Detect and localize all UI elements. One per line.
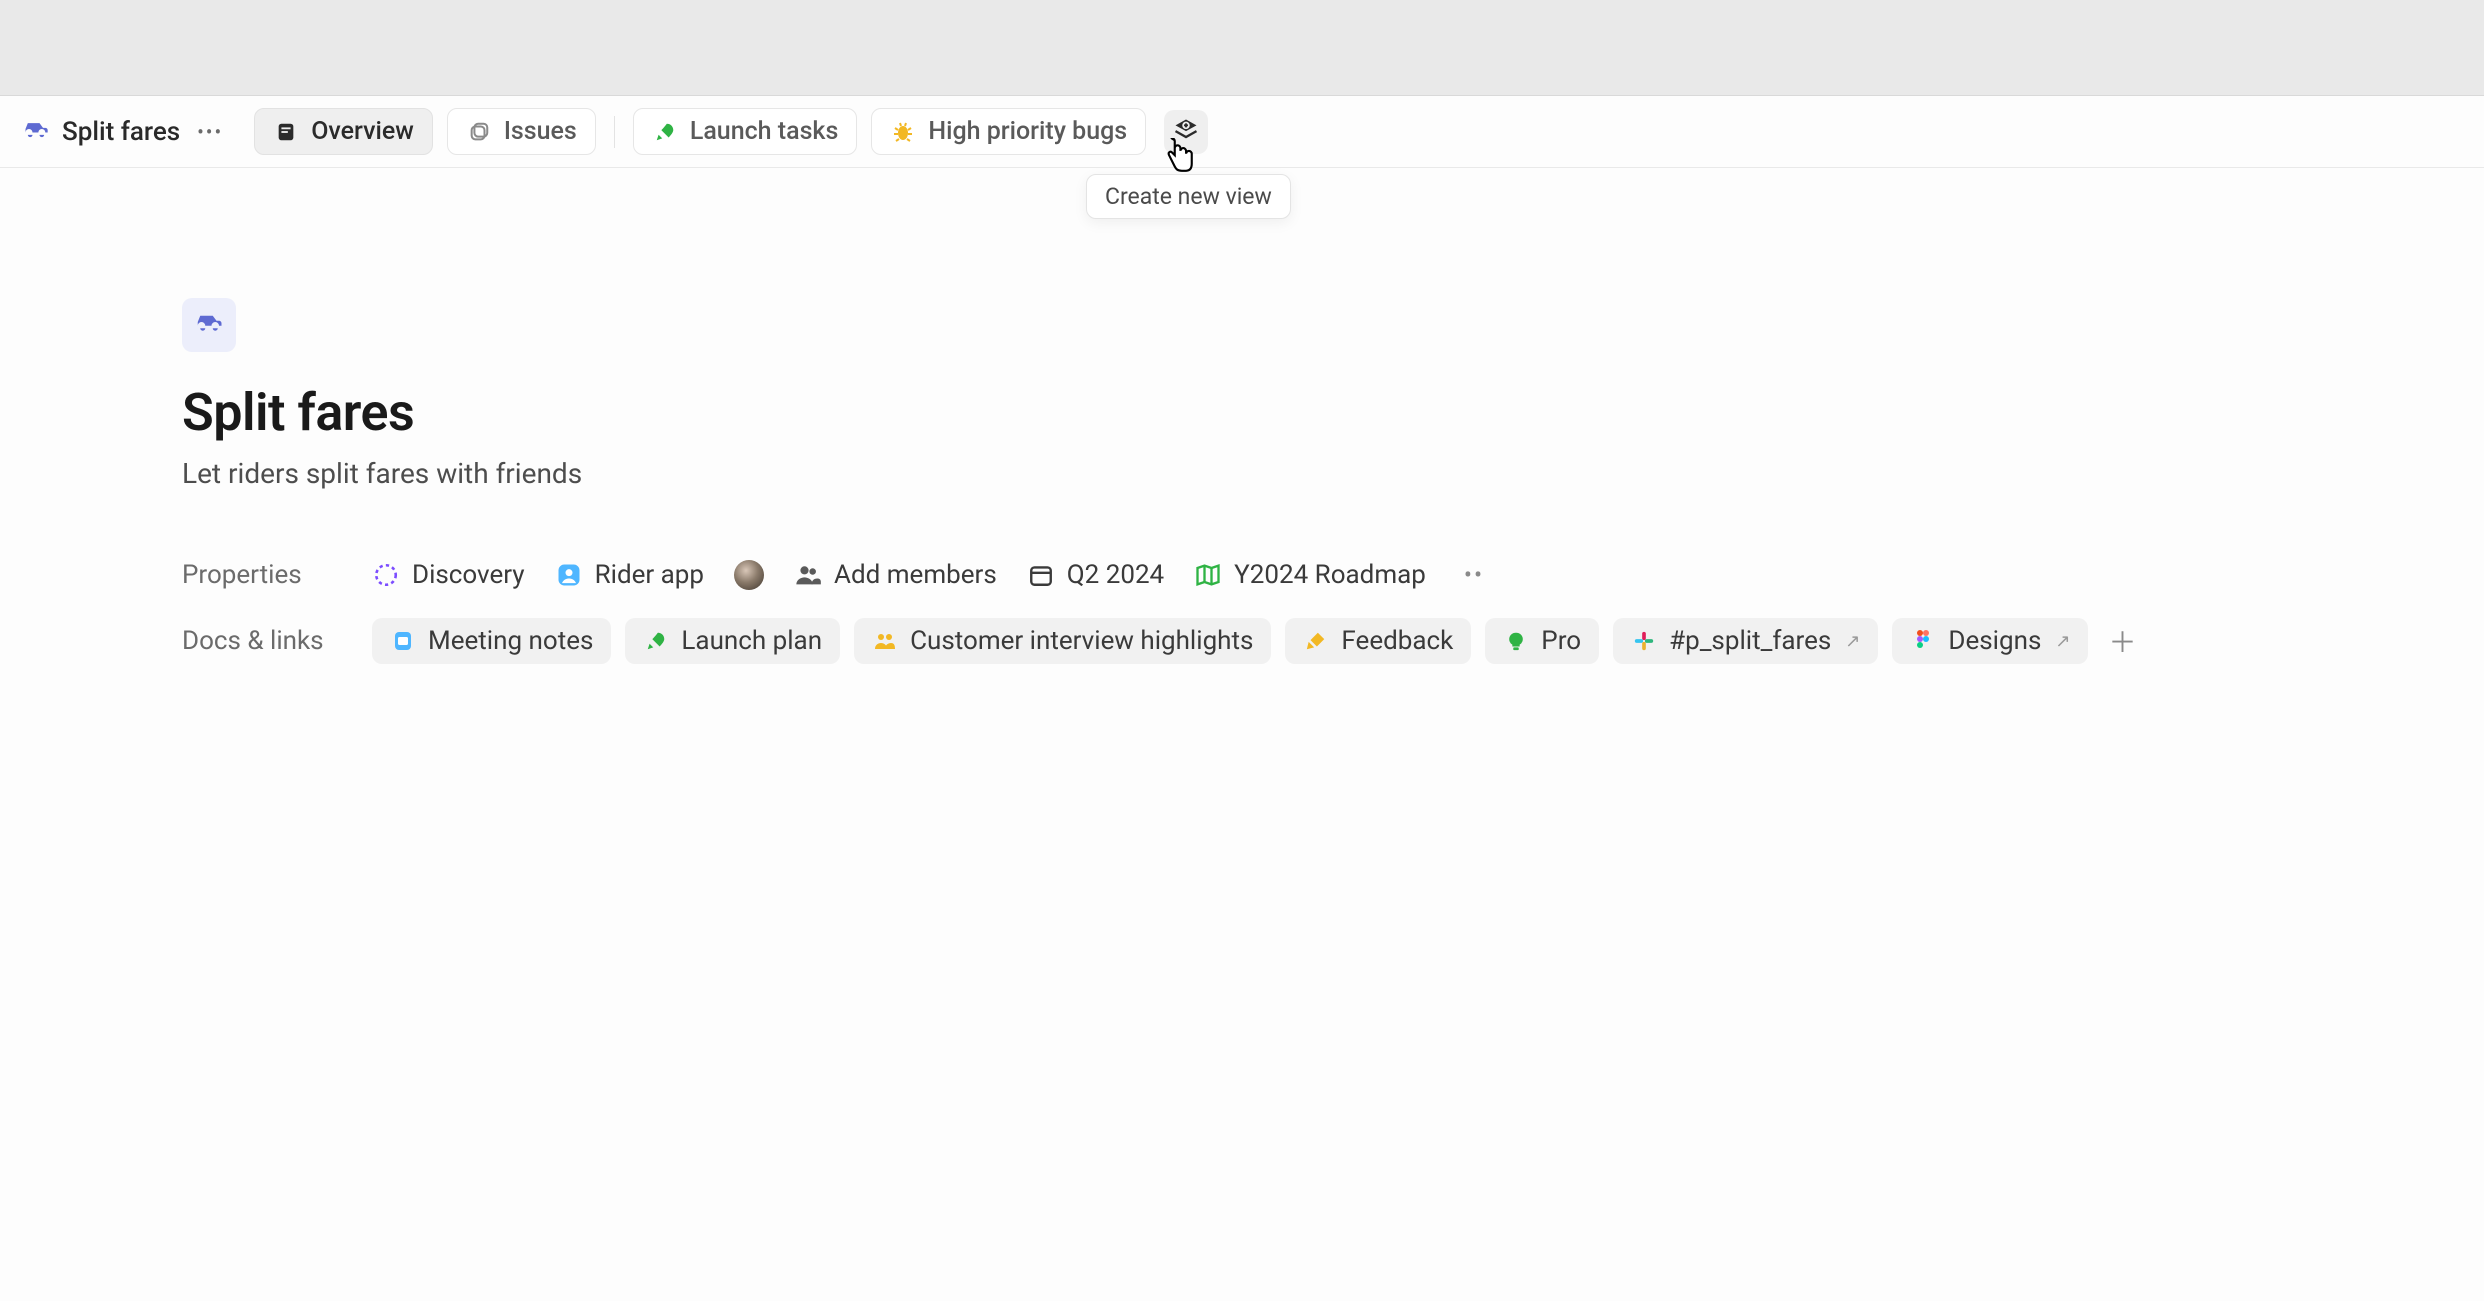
property-status[interactable]: Discovery <box>372 560 525 590</box>
tab-divider <box>614 116 615 148</box>
docs-chips: Meeting notes Launch plan Customer inter… <box>372 618 2142 664</box>
tab-label: High priority bugs <box>928 117 1127 146</box>
tab-high-priority-bugs[interactable]: High priority bugs <box>871 108 1146 155</box>
car-icon <box>194 307 224 344</box>
tab-issues[interactable]: Issues <box>447 108 596 155</box>
figma-icon <box>1910 628 1936 654</box>
add-link-button[interactable]: ＋ <box>2102 621 2142 661</box>
page-content: Split fares Let riders split fares with … <box>0 168 2484 664</box>
row-label-properties: Properties <box>182 560 342 590</box>
chip-label: Feedback <box>1341 626 1453 656</box>
people-icon <box>872 628 898 654</box>
property-lead-avatar[interactable] <box>734 560 764 590</box>
properties-overflow-button[interactable]: •• <box>1464 561 1484 589</box>
create-view-tooltip: Create new view <box>1086 174 1291 219</box>
doc-chip-product-truncated[interactable]: Pro <box>1485 618 1599 664</box>
brush-icon <box>1303 628 1329 654</box>
bug-icon <box>890 119 916 145</box>
doc-chip-launch-plan[interactable]: Launch plan <box>625 618 840 664</box>
calendar-icon <box>1027 561 1055 589</box>
chip-label: #p_split_fares <box>1669 626 1831 656</box>
property-roadmap[interactable]: Y2024 Roadmap <box>1194 560 1426 590</box>
document-icon <box>273 119 299 145</box>
property-team[interactable]: Rider app <box>555 560 704 590</box>
car-icon <box>22 115 50 148</box>
property-value: Add members <box>834 560 997 590</box>
bulb-icon <box>1503 628 1529 654</box>
view-tabs: Overview Issues Launch tasks High priori… <box>254 108 1208 155</box>
project-icon[interactable] <box>182 298 236 352</box>
doc-chip-designs[interactable]: Designs ↗ <box>1892 618 2088 664</box>
members-icon <box>794 561 822 589</box>
window-titlebar <box>0 0 2484 96</box>
tab-label: Overview <box>311 117 414 146</box>
property-value: Y2024 Roadmap <box>1234 560 1426 590</box>
add-view-button[interactable] <box>1164 110 1208 154</box>
property-value: Discovery <box>412 560 525 590</box>
more-menu-button[interactable]: ••• <box>196 118 224 146</box>
external-link-icon: ↗ <box>1845 631 1860 652</box>
chip-label: Designs <box>1948 626 2041 656</box>
rocket-icon <box>652 119 678 145</box>
breadcrumb-title: Split fares <box>62 117 180 147</box>
tab-label: Issues <box>504 117 577 146</box>
project-description: Let riders split fares with friends <box>182 457 2484 490</box>
docs-links-row: Docs & links Meeting notes Launch plan C… <box>182 618 2484 664</box>
doc-chip-meeting-notes[interactable]: Meeting notes <box>372 618 611 664</box>
chip-label: Customer interview highlights <box>910 626 1253 656</box>
property-add-members[interactable]: Add members <box>794 560 997 590</box>
add-layer-icon <box>1172 116 1200 148</box>
slack-icon <box>1631 628 1657 654</box>
doc-chip-feedback[interactable]: Feedback <box>1285 618 1471 664</box>
row-label-docs: Docs & links <box>182 618 342 656</box>
doc-icon <box>390 628 416 654</box>
chip-label: Meeting notes <box>428 626 593 656</box>
chip-label: Pro <box>1541 626 1581 656</box>
rocket-icon <box>643 628 669 654</box>
project-title: Split fares <box>182 382 2484 443</box>
issues-icon <box>466 119 492 145</box>
external-link-icon: ↗ <box>2055 631 2070 652</box>
property-value: Rider app <box>595 560 704 590</box>
plus-icon: ＋ <box>2108 621 2136 661</box>
status-discovery-icon <box>372 561 400 589</box>
properties-row: Properties Discovery Rider app Add membe… <box>182 560 2484 590</box>
map-icon <box>1194 561 1222 589</box>
team-icon <box>555 561 583 589</box>
toolbar: Split fares ••• Overview Issues Launch t… <box>0 96 2484 168</box>
tab-launch-tasks[interactable]: Launch tasks <box>633 108 858 155</box>
tooltip-text: Create new view <box>1105 183 1272 210</box>
avatar <box>734 560 764 590</box>
tab-overview[interactable]: Overview <box>254 108 433 155</box>
property-value: Q2 2024 <box>1067 560 1164 590</box>
chip-label: Launch plan <box>681 626 822 656</box>
breadcrumb[interactable]: Split fares <box>22 115 180 148</box>
doc-chip-customer-interviews[interactable]: Customer interview highlights <box>854 618 1271 664</box>
doc-chip-slack-channel[interactable]: #p_split_fares ↗ <box>1613 618 1878 664</box>
tab-label: Launch tasks <box>690 117 839 146</box>
property-target-date[interactable]: Q2 2024 <box>1027 560 1164 590</box>
